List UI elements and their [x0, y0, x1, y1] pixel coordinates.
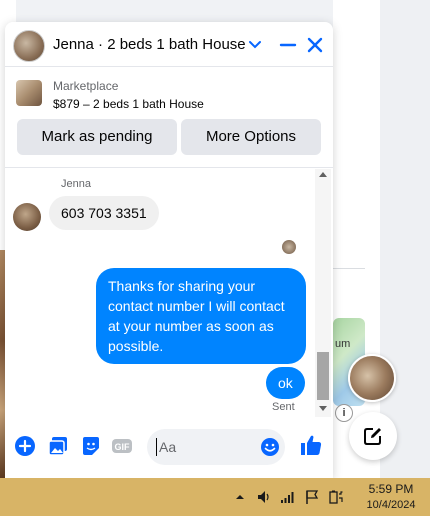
listing-thumbnail[interactable] [16, 80, 42, 106]
incoming-message[interactable]: 603 703 3351 [49, 196, 159, 230]
outgoing-message[interactable]: ok [266, 367, 305, 399]
battery-icon[interactable] [328, 489, 344, 505]
chat-title[interactable]: Jenna · 2 beds 1 bath House [53, 36, 246, 53]
scroll-up-arrow-icon[interactable] [319, 172, 327, 177]
close-icon[interactable] [304, 34, 326, 56]
background-divider [333, 268, 365, 269]
mark-as-pending-button[interactable]: Mark as pending [17, 119, 177, 155]
background-page-edge [380, 0, 430, 478]
chat-window: Jenna · 2 beds 1 bath House Marketplace … [5, 22, 333, 478]
seen-indicator-avatar [282, 240, 296, 254]
sender-name: Jenna [61, 178, 91, 190]
scroll-down-arrow-icon[interactable] [319, 406, 327, 411]
chat-header[interactable]: Jenna · 2 beds 1 bath House [5, 22, 333, 67]
more-options-button[interactable]: More Options [181, 119, 321, 155]
compose-icon [364, 428, 381, 445]
marketplace-listing-card: Marketplace $879 – 2 beds 1 bath House M… [5, 68, 333, 168]
emoji-icon[interactable] [260, 437, 280, 457]
map-info-icon[interactable]: i [335, 404, 353, 422]
chevron-down-icon[interactable] [247, 34, 263, 54]
marketplace-label: Marketplace [53, 79, 119, 93]
system-taskbar: 5:59 PM 10/4/2024 [0, 478, 430, 516]
message-composer: GIF Aa [5, 423, 333, 471]
plus-icon[interactable] [14, 435, 36, 457]
message-input[interactable]: Aa [147, 429, 285, 465]
clock-time[interactable]: 5:59 PM [360, 482, 422, 496]
message-scrollbar[interactable] [315, 169, 331, 417]
chat-head-avatar[interactable] [348, 354, 396, 402]
sticker-icon[interactable] [80, 435, 102, 457]
gif-icon[interactable]: GIF [111, 435, 133, 457]
text-caret [156, 438, 157, 456]
clock-date[interactable]: 10/4/2024 [360, 499, 422, 511]
scrollbar-thumb[interactable] [317, 352, 329, 400]
message-status: Sent [272, 401, 295, 413]
message-list: Jenna 603 703 3351 Thanks for sharing yo… [5, 169, 315, 417]
outgoing-message[interactable]: Thanks for sharing your contact number I… [96, 268, 306, 364]
chevron-up-icon[interactable] [232, 489, 248, 505]
message-input-placeholder: Aa [159, 439, 177, 455]
listing-title[interactable]: $879 – 2 beds 1 bath House [53, 97, 204, 111]
svg-text:GIF: GIF [115, 442, 131, 452]
sender-avatar[interactable] [13, 203, 41, 231]
speaker-icon[interactable] [256, 489, 272, 505]
like-icon[interactable] [299, 433, 323, 457]
minimize-icon[interactable] [277, 34, 299, 56]
network-icon[interactable] [280, 489, 296, 505]
flag-icon[interactable] [304, 489, 320, 505]
map-label: um [335, 338, 351, 350]
new-message-button[interactable] [349, 412, 397, 460]
contact-avatar[interactable] [13, 30, 45, 62]
photo-icon[interactable] [47, 435, 69, 457]
